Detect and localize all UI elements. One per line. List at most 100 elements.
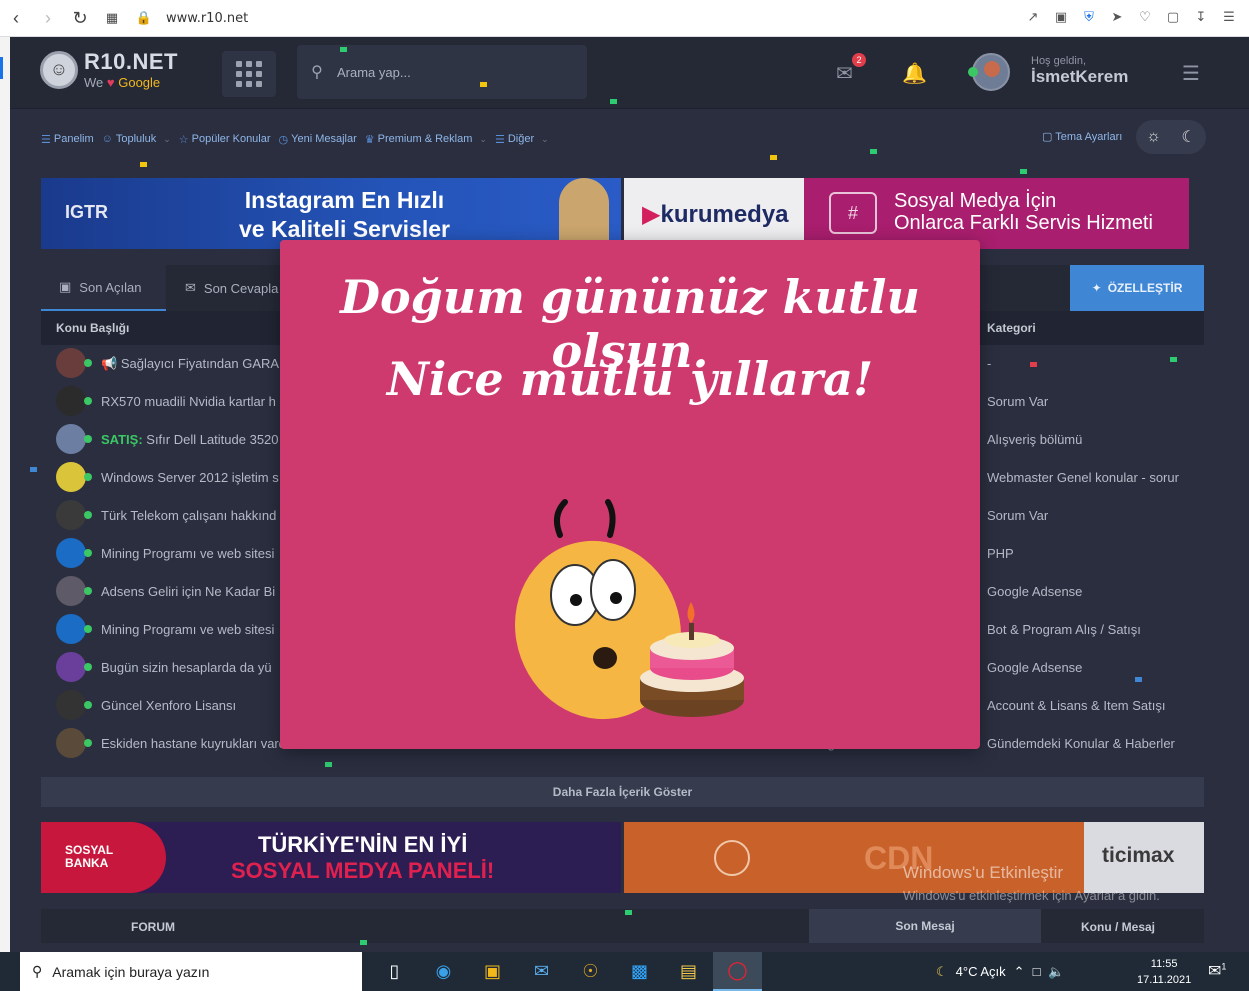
topic-category-link[interactable]: - [987,356,991,371]
address-bar[interactable]: www.r10.net [166,11,248,26]
share-icon[interactable]: ↗ [1021,5,1045,29]
heart-icon[interactable]: ♡ [1133,5,1157,29]
topic-category-link[interactable]: Google Adsense [987,660,1082,675]
bell-icon[interactable]: 🔔 [902,61,927,86]
taskbar-search[interactable]: ⚲ Aramak için buraya yazın [20,952,362,991]
network-icon[interactable]: □ [1033,964,1041,979]
confetti [340,47,347,52]
avatar[interactable] [56,728,86,758]
browser-sidebar [0,37,10,952]
online-dot [84,587,92,595]
download-icon[interactable]: ↧ [1189,5,1213,29]
weather-text[interactable]: 4°C Açık [956,964,1006,979]
avatar[interactable] [56,500,86,530]
topic-category-link[interactable]: Bot & Program Alış / Satışı [987,622,1141,637]
nav-yeni-mesajlar[interactable]: ◷ Yeni Mesajlar [279,133,357,146]
apps-grid-button[interactable] [222,51,276,97]
col-topic-message: Konu / Mesaj [1081,920,1156,934]
search-box[interactable]: ⚲ [297,45,587,99]
file-explorer-icon[interactable]: ▤ [664,952,713,991]
topic-category-link[interactable]: Sorum Var [987,394,1048,409]
send-icon[interactable]: ➤ [1105,5,1129,29]
theme-settings-link[interactable]: ▢ Tema Ayarları [1042,130,1122,143]
topic-category-link[interactable]: Google Adsense [987,584,1082,599]
avatar[interactable] [56,386,86,416]
settings-menu-icon[interactable]: ☰ [1182,61,1200,86]
site-logo[interactable]: ☺ R10.NET We ♥ Google [40,49,178,90]
star-icon: ☆ [178,133,189,146]
sosyalbanka-banner-text: TÜRKİYE'NİN EN İYİ SOSYAL MEDYA PANELİ! [231,832,495,883]
volume-icon[interactable]: 🔈 [1048,964,1064,980]
windows-activation-title: Windows'u Etkinleştir [903,863,1064,882]
back-icon[interactable]: ‹ [0,2,32,34]
social-hashtag-icon: # [829,192,877,234]
nav-premium[interactable]: ♛ Premium & Reklam ⌄ [365,133,487,146]
avatar[interactable] [56,538,86,568]
search-input[interactable] [337,64,567,80]
sliders-icon: ☰ [41,133,51,146]
topic-category-link[interactable]: PHP [987,546,1014,561]
messages-icon[interactable]: ✉ [836,61,853,86]
avatar[interactable] [56,614,86,644]
online-dot [84,359,92,367]
tab-son-acilan[interactable]: ▣ Son Açılan [41,265,166,311]
avatar[interactable] [56,462,86,492]
online-dot [84,435,92,443]
camera-icon[interactable]: ▣ [1049,5,1073,29]
nav-populer[interactable]: ☆ Popüler Konular [179,133,271,146]
topic-category-link[interactable]: Webmaster Genel konular - sorur [987,470,1179,485]
confetti [480,82,487,87]
theme-toggle[interactable]: ☼ ☾ [1136,120,1206,154]
topic-category-link[interactable]: Sorum Var [987,508,1048,523]
online-dot [84,663,92,671]
chrome-icon[interactable]: ☉ [566,952,615,991]
birthday-mascot-illustration [515,499,744,720]
online-dot [968,67,978,77]
avatar[interactable] [56,652,86,682]
reload-icon[interactable]: ↻ [64,2,96,34]
avatar[interactable] [56,690,86,720]
mail-icon[interactable]: ✉ [517,952,566,991]
show-more-button[interactable]: Daha Fazla İçerik Göster [41,777,1204,807]
tabs-grid-icon[interactable]: ▦ [96,2,128,34]
confetti [625,910,632,915]
nav-topluluk[interactable]: ☺ Topluluk ⌄ [102,133,171,145]
kurumedya-banner[interactable]: ▶kurumedya # Sosyal Medya İçin Onlarca F… [624,178,1189,249]
browser-toolbar: ‹ › ↻ ▦ 🔒 www.r10.net ↗ ▣ ⛨ ➤ ♡ ▢ ↧ ☰ [0,0,1249,37]
logo-tagline: We ♥ Google [84,75,161,90]
photoshop-icon[interactable]: ▩ [615,952,664,991]
igtr-banner[interactable]: IGTR Instagram En Hızlı ve Kaliteli Serv… [41,178,621,249]
ticimax-logo: ticimax [1102,844,1175,867]
username: İsmetKerem [1031,67,1129,86]
chevron-up-icon[interactable]: ⌃ [1014,964,1025,980]
forward-icon[interactable]: › [32,2,64,34]
opera-icon[interactable]: ◯ [713,952,762,991]
chevron-down-icon: ⌄ [541,133,549,144]
store-icon[interactable]: ▣ [468,952,517,991]
avatar[interactable] [56,348,86,378]
sosyalbanka-banner[interactable]: SOSYAL BANKA TÜRKİYE'NİN EN İYİ SOSYAL ME… [41,822,621,893]
welcome-block[interactable]: Hoş geldin, İsmetKerem [1031,55,1128,87]
menu-icon[interactable]: ☰ [1217,5,1241,29]
forum-table-header: FORUM Son Mesaj Konu / Mesaj [41,909,1204,943]
avatar[interactable] [56,576,86,606]
sosyalbanka-logo: SOSYAL BANKA [65,843,114,870]
nav-diger[interactable]: ☰ Diğer ⌄ [495,133,549,146]
taskbar-clock[interactable]: 11:55 17.11.2021 [1137,956,1191,988]
edge-icon[interactable]: ◉ [419,952,468,991]
tab-son-cevaplanan[interactable]: ✉ Son Cevapla [167,265,296,311]
avatar[interactable] [56,424,86,454]
topic-category-link[interactable]: Alışveriş bölümü [987,432,1082,447]
notification-center-icon[interactable]: ✉1 [1208,961,1226,981]
birthday-modal[interactable]: Doğum gününüz kutlu olsun. Nice mutlu yı… [280,240,980,749]
online-dot [84,397,92,405]
nav-panelim[interactable]: ☰ Panelim [41,133,94,146]
box-icon[interactable]: ▢ [1161,5,1185,29]
system-tray: ☾ 4°C Açık ⌃ □ 🔈 [936,952,1065,991]
topic-category-link[interactable]: Account & Lisans & Item Satışı [987,698,1165,713]
customize-button[interactable]: ✦ ÖZELLEŞTİR [1070,265,1204,311]
task-view-icon[interactable]: ▯ [370,952,419,991]
topic-category-link[interactable]: Gündemdeki Konular & Haberler [987,736,1175,751]
confetti [610,99,617,104]
shield-icon[interactable]: ⛨ [1077,5,1101,29]
